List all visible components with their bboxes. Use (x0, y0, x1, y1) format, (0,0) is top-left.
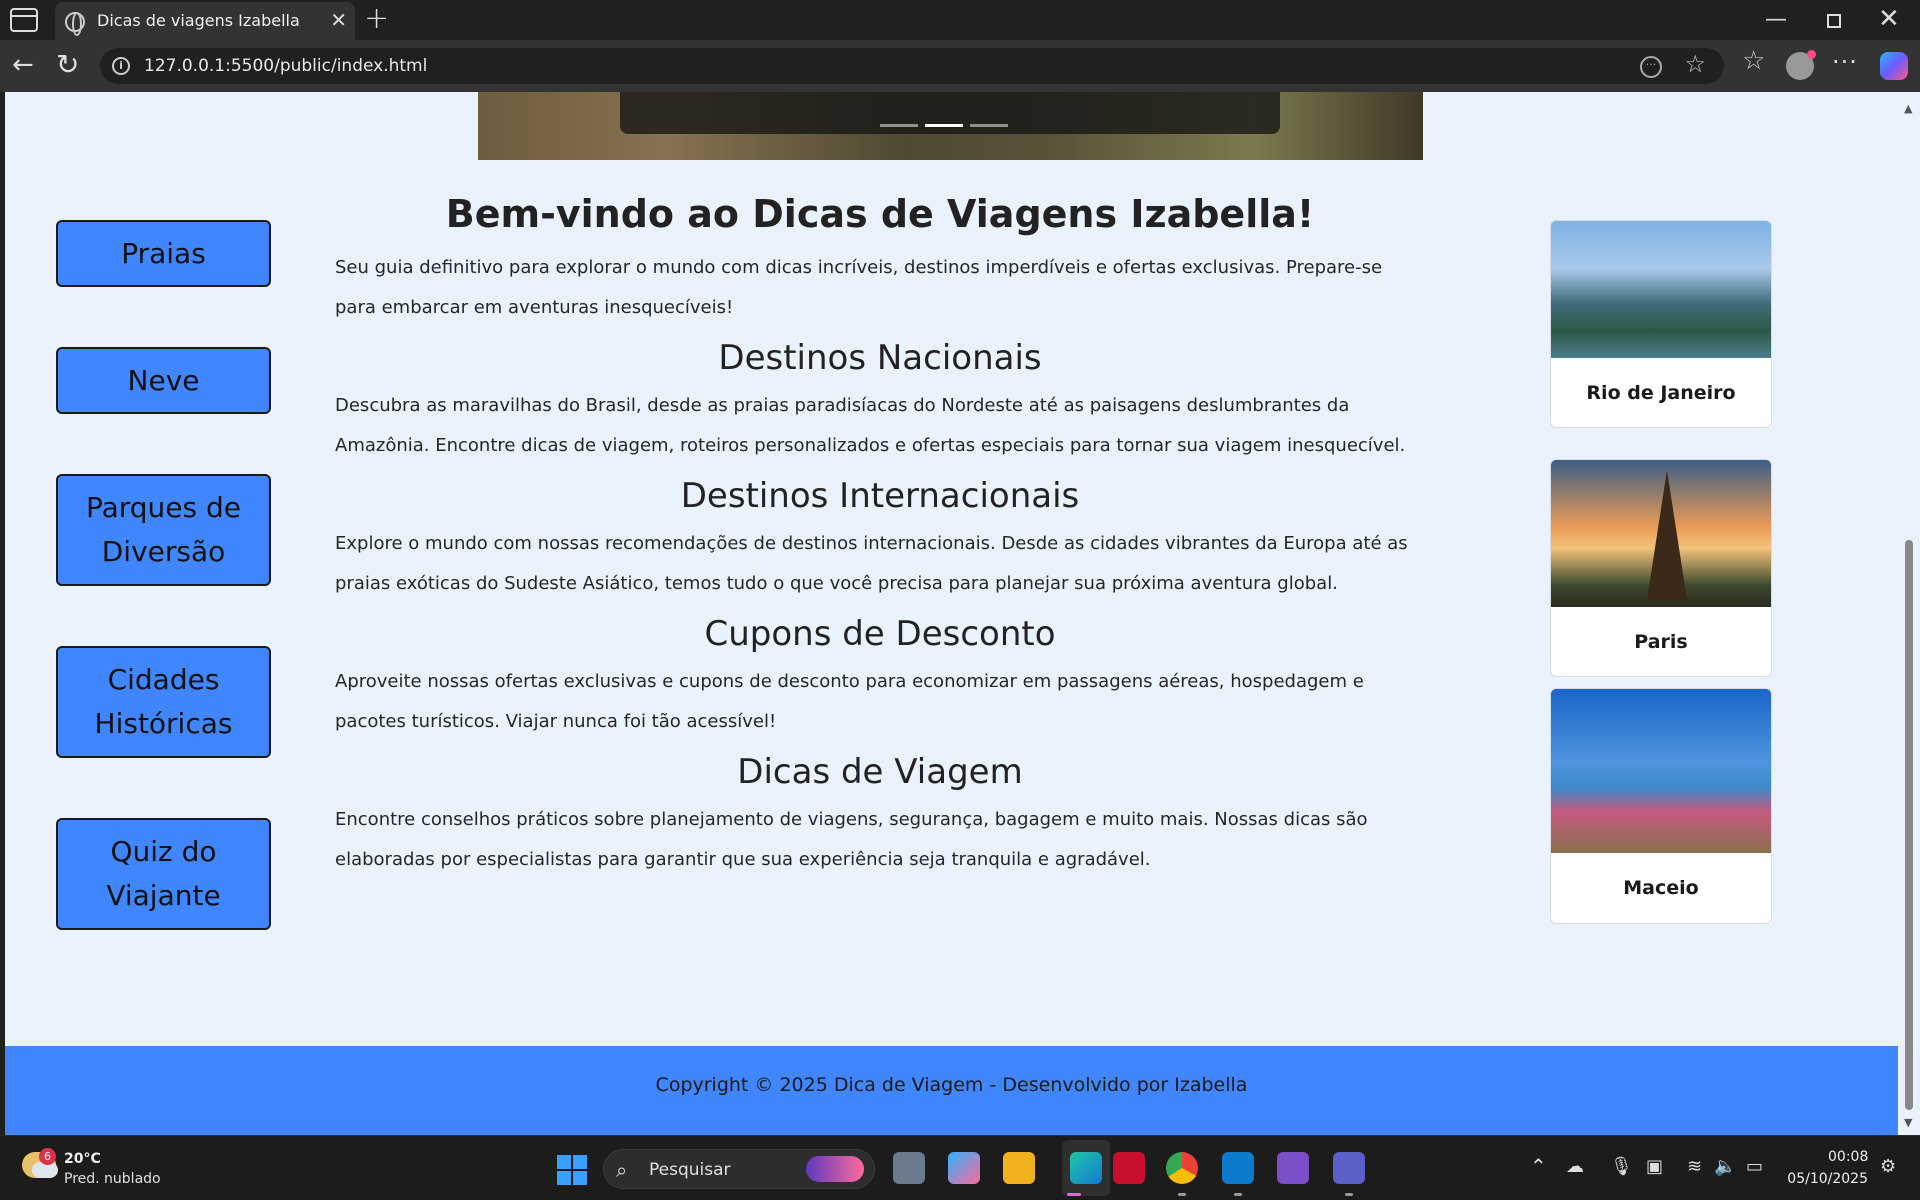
maceio-image (1551, 689, 1771, 853)
globe-icon (65, 12, 85, 36)
card-label: Maceio (1623, 877, 1699, 899)
sidebar-item-cidades[interactable]: Cidades Históricas (56, 646, 271, 758)
vscode-icon[interactable] (1222, 1152, 1254, 1184)
weather-badge: 6 (39, 1148, 56, 1165)
search-placeholder: Pesquisar (649, 1160, 731, 1180)
card-label: Rio de Janeiro (1586, 382, 1736, 404)
teams-icon[interactable] (1333, 1152, 1365, 1184)
sidebar-item-quiz[interactable]: Quiz do Viajante (56, 818, 271, 930)
window-close-icon[interactable]: ✕ (1878, 4, 1900, 34)
search-icon: ⌕ (616, 1158, 628, 1182)
tab-title: Dicas de viagens Izabella (97, 11, 300, 30)
section-text: Explore o mundo com nossas recomendações… (335, 533, 1408, 594)
wifi-icon[interactable]: ≋ (1687, 1156, 1702, 1177)
favorites-icon[interactable]: ☆ (1742, 46, 1765, 76)
card-rio[interactable]: Rio de Janeiro (1550, 220, 1772, 428)
new-tab-icon[interactable]: + (364, 2, 389, 36)
sidebar-item-neve[interactable]: Neve (56, 347, 271, 414)
edge-running-indicator (1067, 1193, 1081, 1196)
mcafee-icon[interactable] (1113, 1152, 1145, 1184)
main-content: Bem-vindo ao Dicas de Viagens Izabella! … (335, 184, 1425, 880)
scrollbar[interactable]: ▲ ▼ (1898, 92, 1920, 1135)
weather-desc: Pred. nublado (64, 1171, 161, 1187)
scroll-up-icon[interactable]: ▲ (1904, 102, 1912, 115)
device-icon[interactable]: ▣ (1646, 1156, 1663, 1177)
copilot-icon[interactable] (1880, 52, 1908, 80)
more-icon[interactable]: ··· (1832, 48, 1858, 76)
tray-chevron-icon[interactable]: ⌃ (1530, 1154, 1547, 1178)
carousel-indicator[interactable] (970, 124, 1008, 127)
vscode-running-indicator (1234, 1193, 1242, 1196)
task-view-icon[interactable] (893, 1152, 925, 1184)
carousel-indicator[interactable] (880, 124, 918, 127)
carousel-indicators (880, 124, 1020, 128)
eiffel-tower-shape (1647, 470, 1687, 600)
section-text: Encontre conselhos práticos sobre planej… (335, 809, 1368, 870)
weather-temp: 20°C (64, 1151, 101, 1167)
minimize-icon[interactable]: — (1765, 7, 1787, 32)
card-maceio[interactable]: Maceio (1550, 688, 1772, 924)
file-explorer-icon[interactable] (1003, 1152, 1035, 1184)
section-heading: Destinos Nacionais (718, 338, 1042, 378)
section-heading: Cupons de Desconto (704, 614, 1056, 654)
profile-avatar[interactable] (1786, 50, 1816, 80)
sidebar-item-parques[interactable]: Parques de Diversão (56, 474, 271, 586)
section-text: Descubra as maravilhas do Brasil, desde … (335, 395, 1406, 456)
section-text: Aproveite nossas ofertas exclusivas e cu… (335, 671, 1364, 732)
scroll-down-icon[interactable]: ▼ (1904, 1116, 1912, 1129)
chrome-icon[interactable] (1166, 1152, 1198, 1184)
refresh-icon[interactable]: ↻ (56, 48, 79, 81)
chrome-running-indicator (1178, 1193, 1186, 1196)
copilot-app-icon[interactable] (948, 1152, 980, 1184)
search-highlight-icon (806, 1156, 864, 1182)
info-icon[interactable]: i (112, 57, 130, 75)
edge-icon[interactable] (1070, 1152, 1102, 1184)
footer: Copyright © 2025 Dica de Viagem - Desenv… (5, 1046, 1898, 1135)
section-heading: Dicas de Viagem (737, 752, 1023, 792)
tab-actions-icon[interactable] (10, 8, 38, 32)
close-tab-icon[interactable]: ✕ (330, 8, 347, 32)
maximize-icon[interactable] (1827, 14, 1841, 28)
notifications-icon[interactable]: ⚙ (1880, 1156, 1896, 1177)
carousel-indicator-active[interactable] (925, 124, 963, 127)
onedrive-icon[interactable]: ☁ (1566, 1156, 1584, 1177)
footer-text: Copyright © 2025 Dica de Viagem - Desenv… (655, 1074, 1248, 1096)
carousel-caption (620, 92, 1280, 134)
carousel[interactable] (478, 92, 1423, 160)
url-text[interactable]: 127.0.0.1:5500/public/index.html (144, 56, 427, 76)
clock-date[interactable]: 05/10/2025 (1786, 1171, 1868, 1187)
intro-text: Seu guia definitivo para explorar o mund… (335, 257, 1383, 318)
card-label: Paris (1634, 631, 1688, 653)
rio-image (1551, 221, 1771, 358)
page-viewport: Praias Neve Parques de Diversão Cidades … (5, 92, 1898, 1135)
section-heading: Destinos Internacionais (680, 476, 1080, 516)
card-paris[interactable]: Paris (1550, 459, 1772, 677)
browser-toolbar: ← ↻ i 127.0.0.1:5500/public/index.html ·… (0, 40, 1920, 92)
page-title: Bem-vindo ao Dicas de Viagens Izabella! (445, 192, 1315, 236)
microphone-icon[interactable]: 🎙 (1610, 1156, 1633, 1177)
scrollbar-thumb[interactable] (1905, 540, 1913, 1110)
tab-active[interactable]: Dicas de viagens Izabella ✕ (55, 2, 355, 40)
visual-studio-icon[interactable] (1277, 1152, 1309, 1184)
paris-image (1551, 460, 1771, 607)
tab-bar: Dicas de viagens Izabella ✕ + — ✕ (0, 0, 1920, 40)
taskbar-search[interactable]: ⌕ Pesquisar (603, 1149, 875, 1189)
volume-icon[interactable]: 🔈 (1714, 1156, 1736, 1177)
teams-running-indicator (1345, 1193, 1353, 1196)
address-bar[interactable]: i 127.0.0.1:5500/public/index.html ··· ☆ (100, 48, 1724, 84)
star-icon[interactable]: ☆ (1684, 50, 1706, 78)
taskbar: 6 20°C Pred. nublado ⌕ Pesquisar ⌃ ☁ 🎙 ▣… (0, 1135, 1920, 1200)
read-aloud-icon[interactable]: ··· (1640, 56, 1662, 78)
clock-time[interactable]: 00:08 (1828, 1149, 1868, 1165)
sidebar-item-praias[interactable]: Praias (56, 220, 271, 287)
back-icon[interactable]: ← (12, 50, 34, 80)
battery-icon[interactable]: ▭ (1746, 1156, 1763, 1177)
start-icon[interactable] (557, 1155, 587, 1185)
